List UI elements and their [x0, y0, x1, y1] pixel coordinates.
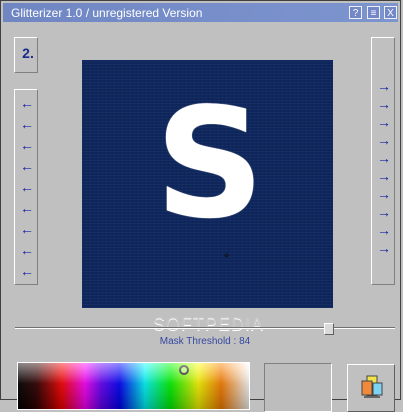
color-picker-marker[interactable] [179, 365, 189, 375]
step-label: 2. [22, 45, 34, 61]
slider-track[interactable] [15, 327, 395, 329]
mask-threshold-label: Mask Threshold : 84 [159, 336, 251, 347]
left-arrow-icon[interactable]: ← [17, 96, 37, 110]
right-arrow-icon[interactable]: → [374, 79, 394, 93]
right-arrow-icon[interactable]: → [374, 187, 394, 201]
minimize-icon: ≡ [370, 8, 377, 19]
right-arrow-icon[interactable]: → [374, 241, 394, 255]
crosshair-icon: ⌖ [223, 248, 230, 262]
preview-canvas[interactable]: S ⌖ [82, 60, 333, 308]
left-arrow-icon[interactable]: ← [17, 243, 37, 257]
right-arrow-icon[interactable]: → [374, 151, 394, 165]
right-arrow-icon[interactable]: → [374, 223, 394, 237]
close-icon: X [387, 8, 394, 19]
left-arrow-icon[interactable]: ← [17, 180, 37, 194]
step-indicator-panel: 2. [14, 37, 38, 73]
minimize-button[interactable]: ≡ [367, 6, 380, 19]
left-arrow-panel: ← ← ← ← ← ← ← ← ← [14, 89, 38, 285]
left-arrow-icon[interactable]: ← [17, 138, 37, 152]
left-arrow-icon[interactable]: ← [17, 264, 37, 278]
title-bar: Glitterizer 1.0 / unregistered Version ?… [3, 3, 398, 22]
client-area: 2. ← ← ← ← ← ← ← ← ← → → → → → → → → → →… [3, 23, 398, 412]
right-arrow-icon[interactable]: → [374, 169, 394, 183]
color-spectrum[interactable] [17, 362, 250, 410]
help-button[interactable]: ? [349, 6, 362, 19]
app-window: Glitterizer 1.0 / unregistered Version ?… [0, 0, 401, 412]
close-button[interactable]: X [384, 6, 397, 19]
right-arrow-icon[interactable]: → [374, 97, 394, 111]
tools-icon [361, 375, 383, 398]
window-title: Glitterizer 1.0 / unregistered Version [11, 6, 203, 20]
right-arrow-icon[interactable]: → [374, 115, 394, 129]
left-arrow-icon[interactable]: ← [17, 201, 37, 215]
right-arrow-icon[interactable]: → [374, 133, 394, 147]
mask-threshold-slider[interactable] [15, 323, 395, 335]
right-arrow-panel: → → → → → → → → → → [371, 37, 395, 285]
left-arrow-icon[interactable]: ← [17, 159, 37, 173]
tools-button[interactable] [347, 364, 395, 412]
preview-letter: S [155, 75, 265, 252]
right-arrow-icon[interactable]: → [374, 205, 394, 219]
help-icon: ? [352, 8, 359, 19]
left-arrow-icon[interactable]: ← [17, 117, 37, 131]
slider-thumb[interactable] [324, 323, 334, 335]
selected-color-swatch [264, 363, 332, 412]
left-arrow-icon[interactable]: ← [17, 222, 37, 236]
